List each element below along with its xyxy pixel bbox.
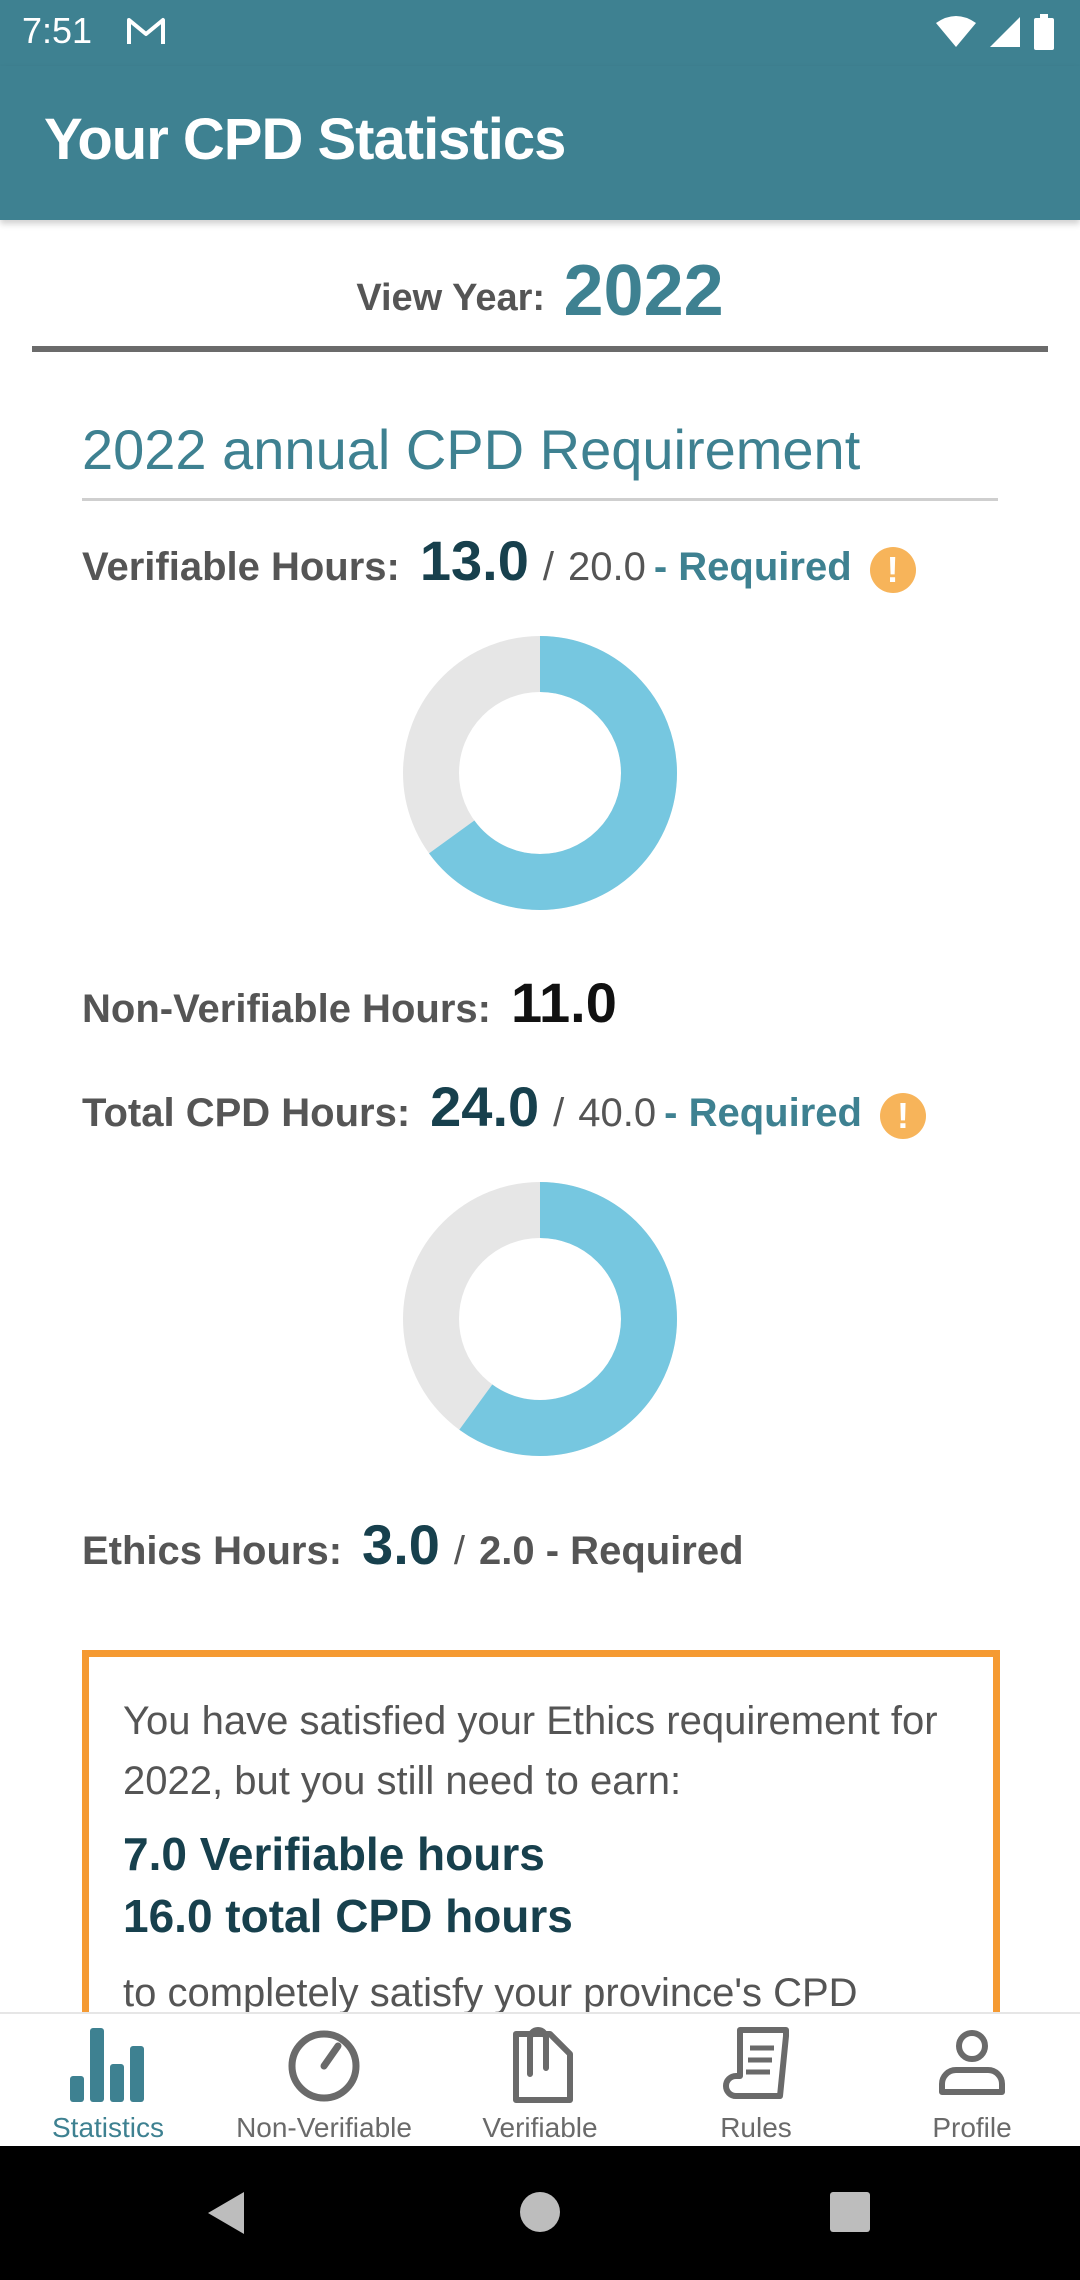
total-needed: 16.0 total CPD hours <box>123 1890 573 1942</box>
nav-label: Non-Verifiable <box>236 2112 412 2143</box>
view-year-selector[interactable]: View Year: 2022 <box>32 250 1048 352</box>
verifiable-hours-donut <box>403 636 677 910</box>
page-title: Your CPD Statistics <box>44 107 566 172</box>
total-hours-row: Total CPD Hours: 24.0 / 40.0- Required! <box>82 1074 926 1145</box>
rules-doc-icon <box>723 2027 789 2099</box>
ethics-hours-value: 3.0 <box>362 1513 440 1576</box>
notice-trailing-text: to completely satisfy your province's CP… <box>123 1971 858 2012</box>
total-hours-donut <box>403 1182 677 1456</box>
status-bar: 7:51 <box>0 0 1080 66</box>
cell-signal-icon <box>990 17 1020 47</box>
app-bar: Your CPD Statistics <box>0 66 1080 220</box>
nav-statistics[interactable]: Statistics <box>0 2014 216 2148</box>
ethics-hours-row: Ethics Hours: 3.0 / 2.0 - Required <box>82 1512 744 1577</box>
statistics-content[interactable]: View Year: 2022 2022 annual CPD Requirem… <box>0 220 1080 2012</box>
notice-text: You have satisfied your Ethics requireme… <box>123 1699 938 1803</box>
person-icon <box>939 2030 1005 2095</box>
nav-label: Rules <box>720 2112 792 2143</box>
non-verifiable-hours-row: Non-Verifiable Hours: 11.0 <box>82 970 617 1035</box>
system-navigation-bar <box>0 2146 1080 2280</box>
warning-icon[interactable]: ! <box>879 1092 926 1139</box>
home-icon[interactable] <box>518 2190 562 2234</box>
bar-chart-icon <box>70 2028 144 2102</box>
nav-label: Profile <box>932 2112 1012 2143</box>
verifiable-hours-required: 20.0 <box>568 545 646 589</box>
wifi-icon <box>936 16 976 47</box>
verifiable-hours-label: Verifiable Hours: <box>82 545 400 589</box>
back-icon[interactable] <box>204 2190 248 2236</box>
nav-label: Verifiable <box>482 2112 598 2143</box>
ethics-hours-label: Ethics Hours: <box>82 1529 343 1573</box>
nav-profile[interactable]: Profile <box>864 2014 1080 2148</box>
view-year-label: View Year: <box>356 277 546 319</box>
battery-icon <box>1034 14 1054 50</box>
total-hours-label: Total CPD Hours: <box>82 1091 411 1135</box>
section-title: 2022 annual CPD Requirement <box>82 410 998 501</box>
verifiable-needed: 7.0 Verifiable hours <box>123 1828 545 1880</box>
gmail-icon <box>127 18 165 44</box>
separator: / <box>553 1091 565 1135</box>
status-icons <box>936 14 1054 50</box>
recents-icon[interactable] <box>828 2190 872 2234</box>
nav-verifiable[interactable]: Verifiable <box>432 2014 648 2148</box>
bottom-navigation: Statistics Non-Verifiable Verifiable Rul… <box>0 2012 1080 2148</box>
warning-icon[interactable]: ! <box>869 546 916 593</box>
total-hours-required: 40.0 <box>578 1091 657 1135</box>
separator: / <box>542 545 554 589</box>
required-label: - Required <box>664 1091 862 1135</box>
ethics-hours-required: 2.0 - Required <box>479 1529 744 1573</box>
status-time: 7:51 <box>22 10 93 51</box>
non-verifiable-hours-label: Non-Verifiable Hours: <box>82 987 491 1031</box>
total-hours-value: 24.0 <box>430 1075 540 1138</box>
non-verifiable-hours-value: 11.0 <box>510 971 617 1034</box>
separator: / <box>453 1529 466 1573</box>
requirement-notice: You have satisfied your Ethics requireme… <box>82 1650 1000 2012</box>
attachment-doc-icon <box>513 2027 573 2103</box>
nav-rules[interactable]: Rules <box>648 2014 864 2148</box>
verifiable-hours-row: Verifiable Hours: 13.0 / 20.0- Required! <box>82 528 916 599</box>
view-year-value[interactable]: 2022 <box>564 250 724 332</box>
nav-non-verifiable[interactable]: Non-Verifiable <box>216 2014 432 2148</box>
required-label: - Required <box>653 545 852 589</box>
timer-icon <box>288 2030 360 2102</box>
nav-label: Statistics <box>51 2112 165 2143</box>
verifiable-hours-value: 13.0 <box>419 529 529 592</box>
